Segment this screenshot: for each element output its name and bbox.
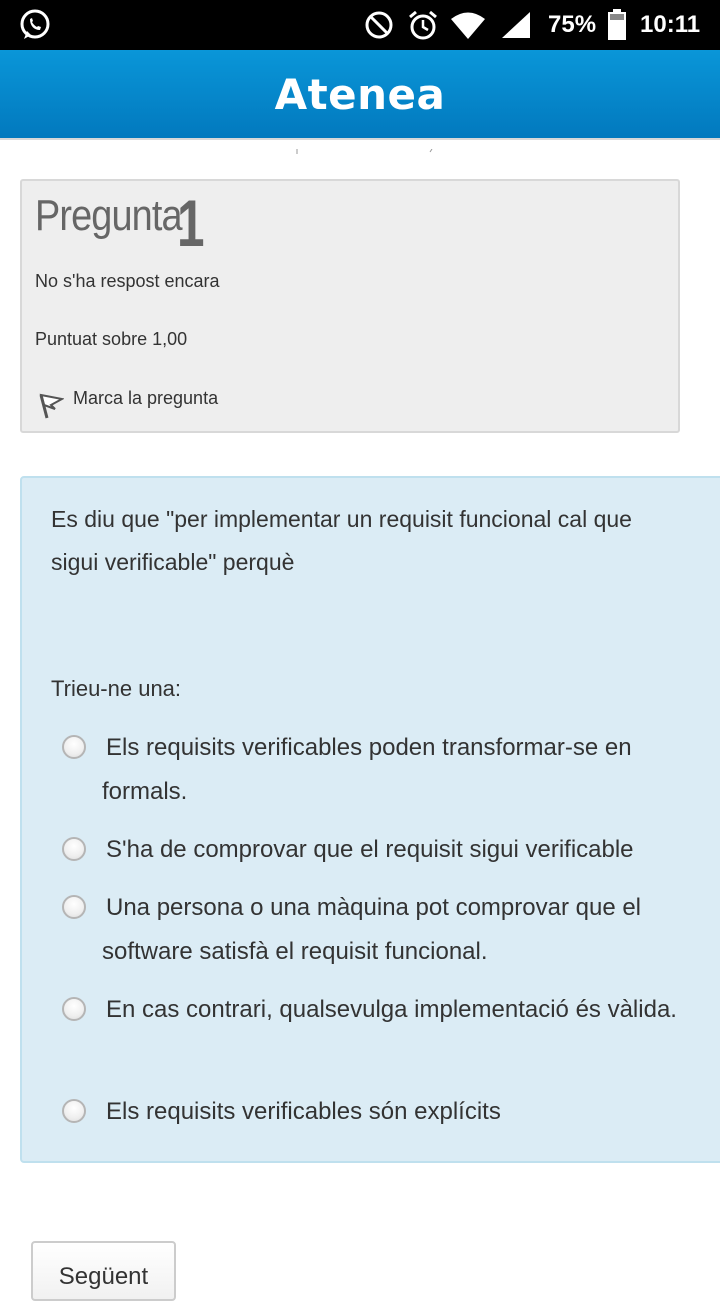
app-title: Atenea (274, 69, 446, 119)
next-button[interactable]: Següent (31, 1241, 176, 1301)
radio-button[interactable] (62, 1099, 86, 1123)
wifi-icon (450, 0, 486, 50)
do-not-disturb-icon (363, 0, 395, 50)
option-label[interactable]: Els requisits verificables poden transfo… (62, 726, 702, 814)
radio-button[interactable] (62, 895, 86, 919)
app-bar: Atenea (0, 50, 720, 140)
battery-icon (607, 0, 627, 50)
radio-button[interactable] (62, 837, 86, 861)
whatsapp-icon (18, 0, 52, 50)
question-content: Es diu que "per implementar un requisit … (20, 476, 720, 1163)
question-label: Pregunta (35, 191, 183, 240)
radio-button[interactable] (62, 997, 86, 1021)
battery-percent: 75% (548, 11, 597, 38)
question-info-panel: Pregunta 1 No s'ha respost encara Puntua… (20, 179, 680, 433)
answer-option-4[interactable]: En cas contrari, qualsevulga implementac… (62, 988, 702, 1032)
answer-option-1[interactable]: Els requisits verificables poden transfo… (62, 726, 702, 814)
answer-option-2[interactable]: S'ha de comprovar que el requisit sigui … (62, 828, 702, 872)
answer-option-5[interactable]: Els requisits verificables són explícits (62, 1090, 702, 1134)
alarm-icon (407, 0, 439, 50)
radio-button[interactable] (62, 735, 86, 759)
flag-icon (36, 391, 65, 426)
option-label[interactable]: Els requisits verificables són explícits (62, 1090, 702, 1134)
question-heading: Pregunta 1 (35, 186, 206, 260)
clock: 10:11 (640, 11, 701, 38)
question-text: Es diu que "per implementar un requisit … (51, 506, 632, 575)
flag-question-label: Marca la pregunta (73, 388, 219, 408)
option-label[interactable]: En cas contrari, qualsevulga implementac… (62, 988, 702, 1032)
option-label[interactable]: Una persona o una màquina pot comprovar … (62, 886, 702, 974)
question-number: 1 (177, 186, 205, 260)
question-score: Puntuat sobre 1,00 (35, 329, 188, 349)
answer-prompt: Trieu-ne una: (51, 676, 182, 701)
signal-icon (500, 0, 532, 50)
question-status: No s'ha respost encara (35, 271, 220, 291)
status-bar: 75% 10:11 (0, 0, 720, 50)
option-label[interactable]: S'ha de comprovar que el requisit sigui … (62, 828, 702, 872)
answer-option-3[interactable]: Una persona o una màquina pot comprovar … (62, 886, 702, 974)
cut-off-content (0, 142, 720, 154)
